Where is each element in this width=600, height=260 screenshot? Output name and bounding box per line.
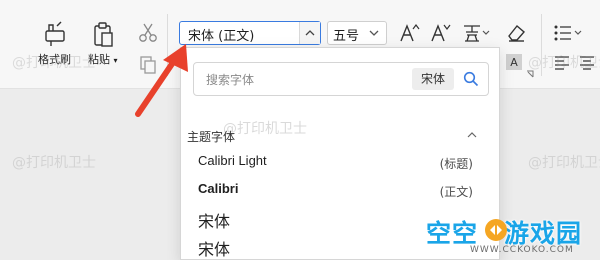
font-name-dropdown-button[interactable] — [299, 22, 320, 44]
font-item-name: Calibri Light — [198, 153, 267, 168]
increase-font-size-icon[interactable] — [398, 22, 420, 44]
watermark: @打印机卫士 — [12, 55, 96, 71]
watermark: @打印机卫士 — [12, 155, 96, 171]
font-preview-chip: 宋体 — [411, 68, 454, 90]
font-item-tag: (标题) — [439, 157, 473, 171]
brand-logo: 空空 游戏园 WWW.CCKOKO.COM — [426, 214, 596, 258]
brand-logo-icon — [485, 219, 507, 241]
decrease-font-size-icon[interactable] — [429, 22, 451, 44]
clipboard-icon — [94, 22, 113, 47]
chevron-down-icon: ▾ — [113, 56, 118, 65]
chevron-up-icon — [305, 30, 315, 36]
brand-url: WWW.CCKOKO.COM — [470, 245, 574, 255]
format-painter-icon — [44, 21, 65, 46]
font-item-tag: (正文) — [439, 185, 473, 199]
bullet-list-icon[interactable] — [553, 22, 587, 44]
font-item-name: Calibri — [198, 181, 239, 196]
font-size-value: 五号 — [333, 29, 360, 44]
phonetic-guide-icon[interactable] — [461, 22, 491, 44]
chevron-up-icon[interactable] — [467, 131, 477, 139]
search-icon[interactable] — [463, 71, 479, 87]
font-search-placeholder: 搜索字体 — [206, 73, 255, 87]
watermark: @打印机卫士 — [528, 55, 600, 71]
clear-formatting-icon[interactable] — [505, 22, 527, 44]
font-item-name: 宋体 — [198, 212, 231, 231]
chevron-down-icon[interactable] — [368, 26, 380, 40]
theme-fonts-heading: 主题字体 — [187, 130, 236, 144]
font-name-combobox[interactable]: 宋体 (正文) — [179, 21, 321, 45]
font-size-combobox[interactable]: 五号 — [327, 21, 387, 45]
font-item-calibri[interactable]: Calibri (正文) — [181, 177, 499, 203]
font-item-calibri-light[interactable]: Calibri Light (标题) — [181, 149, 499, 175]
annotation-arrow — [135, 44, 188, 117]
watermark: @打印机卫士 — [223, 121, 307, 137]
font-item-name: 宋体 — [198, 240, 231, 259]
font-search-box[interactable]: 搜索字体 宋体 — [193, 62, 489, 96]
watermark: @打印机卫士 — [528, 155, 600, 171]
character-shading-icon[interactable]: A — [506, 54, 522, 70]
